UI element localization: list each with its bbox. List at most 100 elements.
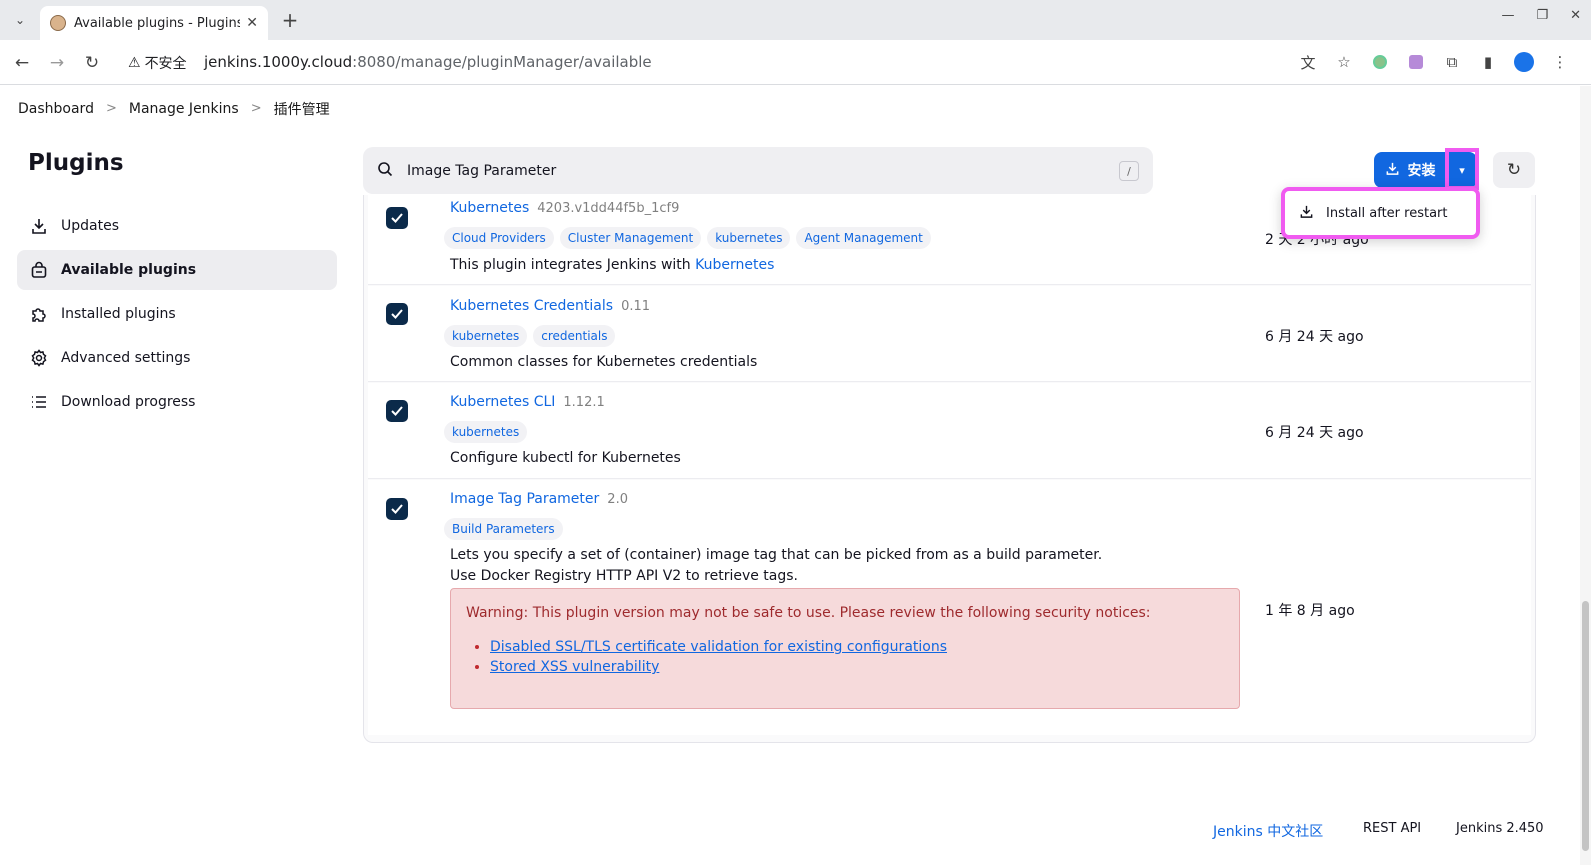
- footer-community-link[interactable]: Jenkins 中文社区: [1213, 821, 1323, 841]
- install-download-icon: [1385, 161, 1400, 180]
- plugin-released: 6 月 24 天 ago: [1265, 329, 1364, 345]
- plugin-name-link[interactable]: Kubernetes CLI: [450, 394, 555, 410]
- reload-icon[interactable]: ↻: [80, 51, 104, 75]
- plugin-checkbox[interactable]: [386, 400, 408, 422]
- jenkins-favicon-icon: [50, 15, 66, 31]
- search-icon: [377, 161, 393, 181]
- plugin-version: 4203.v1dd44f5b_1cf9: [537, 201, 680, 216]
- breadcrumb-manage-jenkins[interactable]: Manage Jenkins: [129, 101, 239, 117]
- plugin-tags: kubernetes: [444, 421, 528, 443]
- sidebar: Plugins Updates Available plugins Instal…: [17, 150, 337, 426]
- chevron-right-icon: >: [105, 101, 117, 116]
- kubernetes-link[interactable]: Kubernetes: [695, 257, 774, 273]
- download-icon: [29, 216, 49, 236]
- security-warning-text: Warning: This plugin version may not be …: [466, 605, 1151, 621]
- install-download-icon: [1299, 204, 1314, 223]
- scrollbar-thumb[interactable]: [1582, 601, 1589, 851]
- chevron-right-icon: >: [250, 101, 262, 116]
- plugin-name-link[interactable]: Kubernetes Credentials: [450, 298, 613, 314]
- plugin-checkbox[interactable]: [386, 498, 408, 520]
- plugin-name-link[interactable]: Kubernetes: [450, 200, 529, 216]
- menu-kebab-icon[interactable]: ⋮: [1549, 51, 1571, 73]
- plugin-tag[interactable]: kubernetes: [444, 421, 528, 443]
- security-warning-box: Warning: This plugin version may not be …: [450, 588, 1240, 709]
- security-notice-link[interactable]: Disabled SSL/TLS certificate validation …: [490, 639, 947, 655]
- plugin-name-link[interactable]: Image Tag Parameter: [450, 491, 599, 507]
- breadcrumb-plugin-manager[interactable]: 插件管理: [274, 99, 330, 119]
- window-close-icon[interactable]: ✕: [1570, 8, 1581, 23]
- breadcrumb: Dashboard > Manage Jenkins > 插件管理: [0, 86, 1591, 131]
- plugin-name-line: Kubernetes 4203.v1dd44f5b_1cf9: [450, 200, 679, 216]
- window-controls: — ❐ ✕: [1501, 8, 1581, 23]
- install-button[interactable]: 安装: [1374, 152, 1446, 188]
- plugin-description: Configure kubectl for Kubernetes: [450, 450, 681, 466]
- sidebar-item-installed-plugins[interactable]: Installed plugins: [17, 294, 337, 334]
- plugin-tag[interactable]: Cluster Management: [559, 227, 702, 249]
- plugin-row-kubernetes-cli: Kubernetes CLI 1.12.1 kubernetes Configur…: [368, 383, 1531, 479]
- plugin-row-kubernetes-credentials: Kubernetes Credentials 0.11 kubernetes cr…: [368, 286, 1531, 382]
- warning-triangle-icon: ⚠: [128, 55, 141, 71]
- plugin-tags: kubernetes credentials: [444, 325, 616, 347]
- plugin-description: Common classes for Kubernetes credential…: [450, 354, 758, 370]
- install-after-restart-menu-item[interactable]: Install after restart: [1281, 187, 1480, 239]
- security-notice-item: Stored XSS vulnerability: [490, 659, 1224, 675]
- dropdown-highlight-box: [1445, 148, 1479, 190]
- gear-icon: [29, 348, 49, 368]
- extension-purple-icon[interactable]: [1405, 51, 1427, 73]
- plugin-tags: Build Parameters: [444, 518, 563, 540]
- sidebar-item-advanced-settings[interactable]: Advanced settings: [17, 338, 337, 378]
- footer-version[interactable]: Jenkins 2.450: [1456, 821, 1544, 836]
- bookmark-star-icon[interactable]: ☆: [1333, 51, 1355, 73]
- page-scrollbar[interactable]: [1580, 86, 1591, 865]
- plugin-tag[interactable]: Cloud Providers: [444, 227, 554, 249]
- plugin-list: Kubernetes 4203.v1dd44f5b_1cf9 Cloud Prov…: [363, 195, 1536, 743]
- plugin-checkbox[interactable]: [386, 303, 408, 325]
- search-value: Image Tag Parameter: [407, 162, 557, 179]
- plugin-tag[interactable]: credentials: [533, 325, 616, 347]
- footer: Jenkins 中文社区 REST API Jenkins 2.450: [0, 815, 1591, 845]
- security-notice-link[interactable]: Stored XSS vulnerability: [490, 659, 659, 675]
- plugin-tag[interactable]: kubernetes: [707, 227, 791, 249]
- plugin-description-line1: Lets you specify a set of (container) im…: [450, 547, 1103, 563]
- tab-title: Available plugins - Plugins [: [74, 15, 241, 31]
- extension-green-icon[interactable]: [1369, 51, 1391, 73]
- plugin-tag[interactable]: kubernetes: [444, 325, 528, 347]
- sidebar-item-available-plugins[interactable]: Available plugins: [17, 250, 337, 290]
- translate-icon[interactable]: 文: [1297, 51, 1319, 73]
- plugin-description-line2: Use Docker Registry HTTP API V2 to retri…: [450, 568, 799, 584]
- browser-tab[interactable]: Available plugins - Plugins [ ✕: [40, 6, 268, 40]
- plugin-tag[interactable]: Agent Management: [796, 227, 931, 249]
- puzzle-icon: [29, 304, 49, 324]
- breadcrumb-dashboard[interactable]: Dashboard: [18, 101, 94, 117]
- restore-icon[interactable]: ❐: [1536, 8, 1548, 23]
- side-panel-icon[interactable]: ▮: [1477, 51, 1499, 73]
- url-field[interactable]: jenkins.1000y.cloud:8080/manage/pluginMa…: [204, 53, 652, 71]
- security-indicator[interactable]: ⚠ 不安全: [128, 53, 187, 73]
- plugin-checkbox[interactable]: [386, 207, 408, 229]
- plugin-row-image-tag-parameter: Image Tag Parameter 2.0 Build Parameters …: [368, 480, 1531, 735]
- plugin-version: 1.12.1: [563, 395, 605, 410]
- search-shortcut-key: /: [1119, 161, 1139, 181]
- minimize-icon[interactable]: —: [1501, 8, 1514, 23]
- footer-rest-api-link[interactable]: REST API: [1363, 821, 1421, 836]
- tab-close-icon[interactable]: ✕: [246, 15, 258, 31]
- plugin-tag[interactable]: Build Parameters: [444, 518, 563, 540]
- sidebar-item-updates[interactable]: Updates: [17, 206, 337, 246]
- plugin-name-line: Kubernetes Credentials 0.11: [450, 298, 650, 314]
- address-bar: ← → ↻ ⚠ 不安全 jenkins.1000y.cloud:8080/man…: [0, 40, 1591, 85]
- plugin-name-line: Image Tag Parameter 2.0: [450, 491, 628, 507]
- security-notice-list: Disabled SSL/TLS certificate validation …: [490, 639, 1224, 675]
- profile-avatar-icon[interactable]: [1513, 51, 1535, 73]
- sidebar-item-download-progress[interactable]: Download progress: [17, 382, 337, 422]
- refresh-icon[interactable]: ↻: [1493, 152, 1535, 188]
- plugin-name-line: Kubernetes CLI 1.12.1: [450, 394, 605, 410]
- plugin-tags: Cloud Providers Cluster Management kuber…: [444, 227, 931, 249]
- back-arrow-icon[interactable]: ←: [10, 51, 34, 75]
- new-tab-plus-icon[interactable]: +: [278, 8, 302, 32]
- extensions-puzzle-icon[interactable]: ⧉: [1441, 51, 1463, 73]
- plugin-search-input[interactable]: Image Tag Parameter /: [363, 147, 1153, 194]
- forward-arrow-icon[interactable]: →: [45, 51, 69, 75]
- list-icon: [29, 392, 49, 412]
- tab-list-chevron-icon[interactable]: ⌄: [8, 8, 32, 32]
- plugin-description: This plugin integrates Jenkins with Kube…: [450, 257, 775, 273]
